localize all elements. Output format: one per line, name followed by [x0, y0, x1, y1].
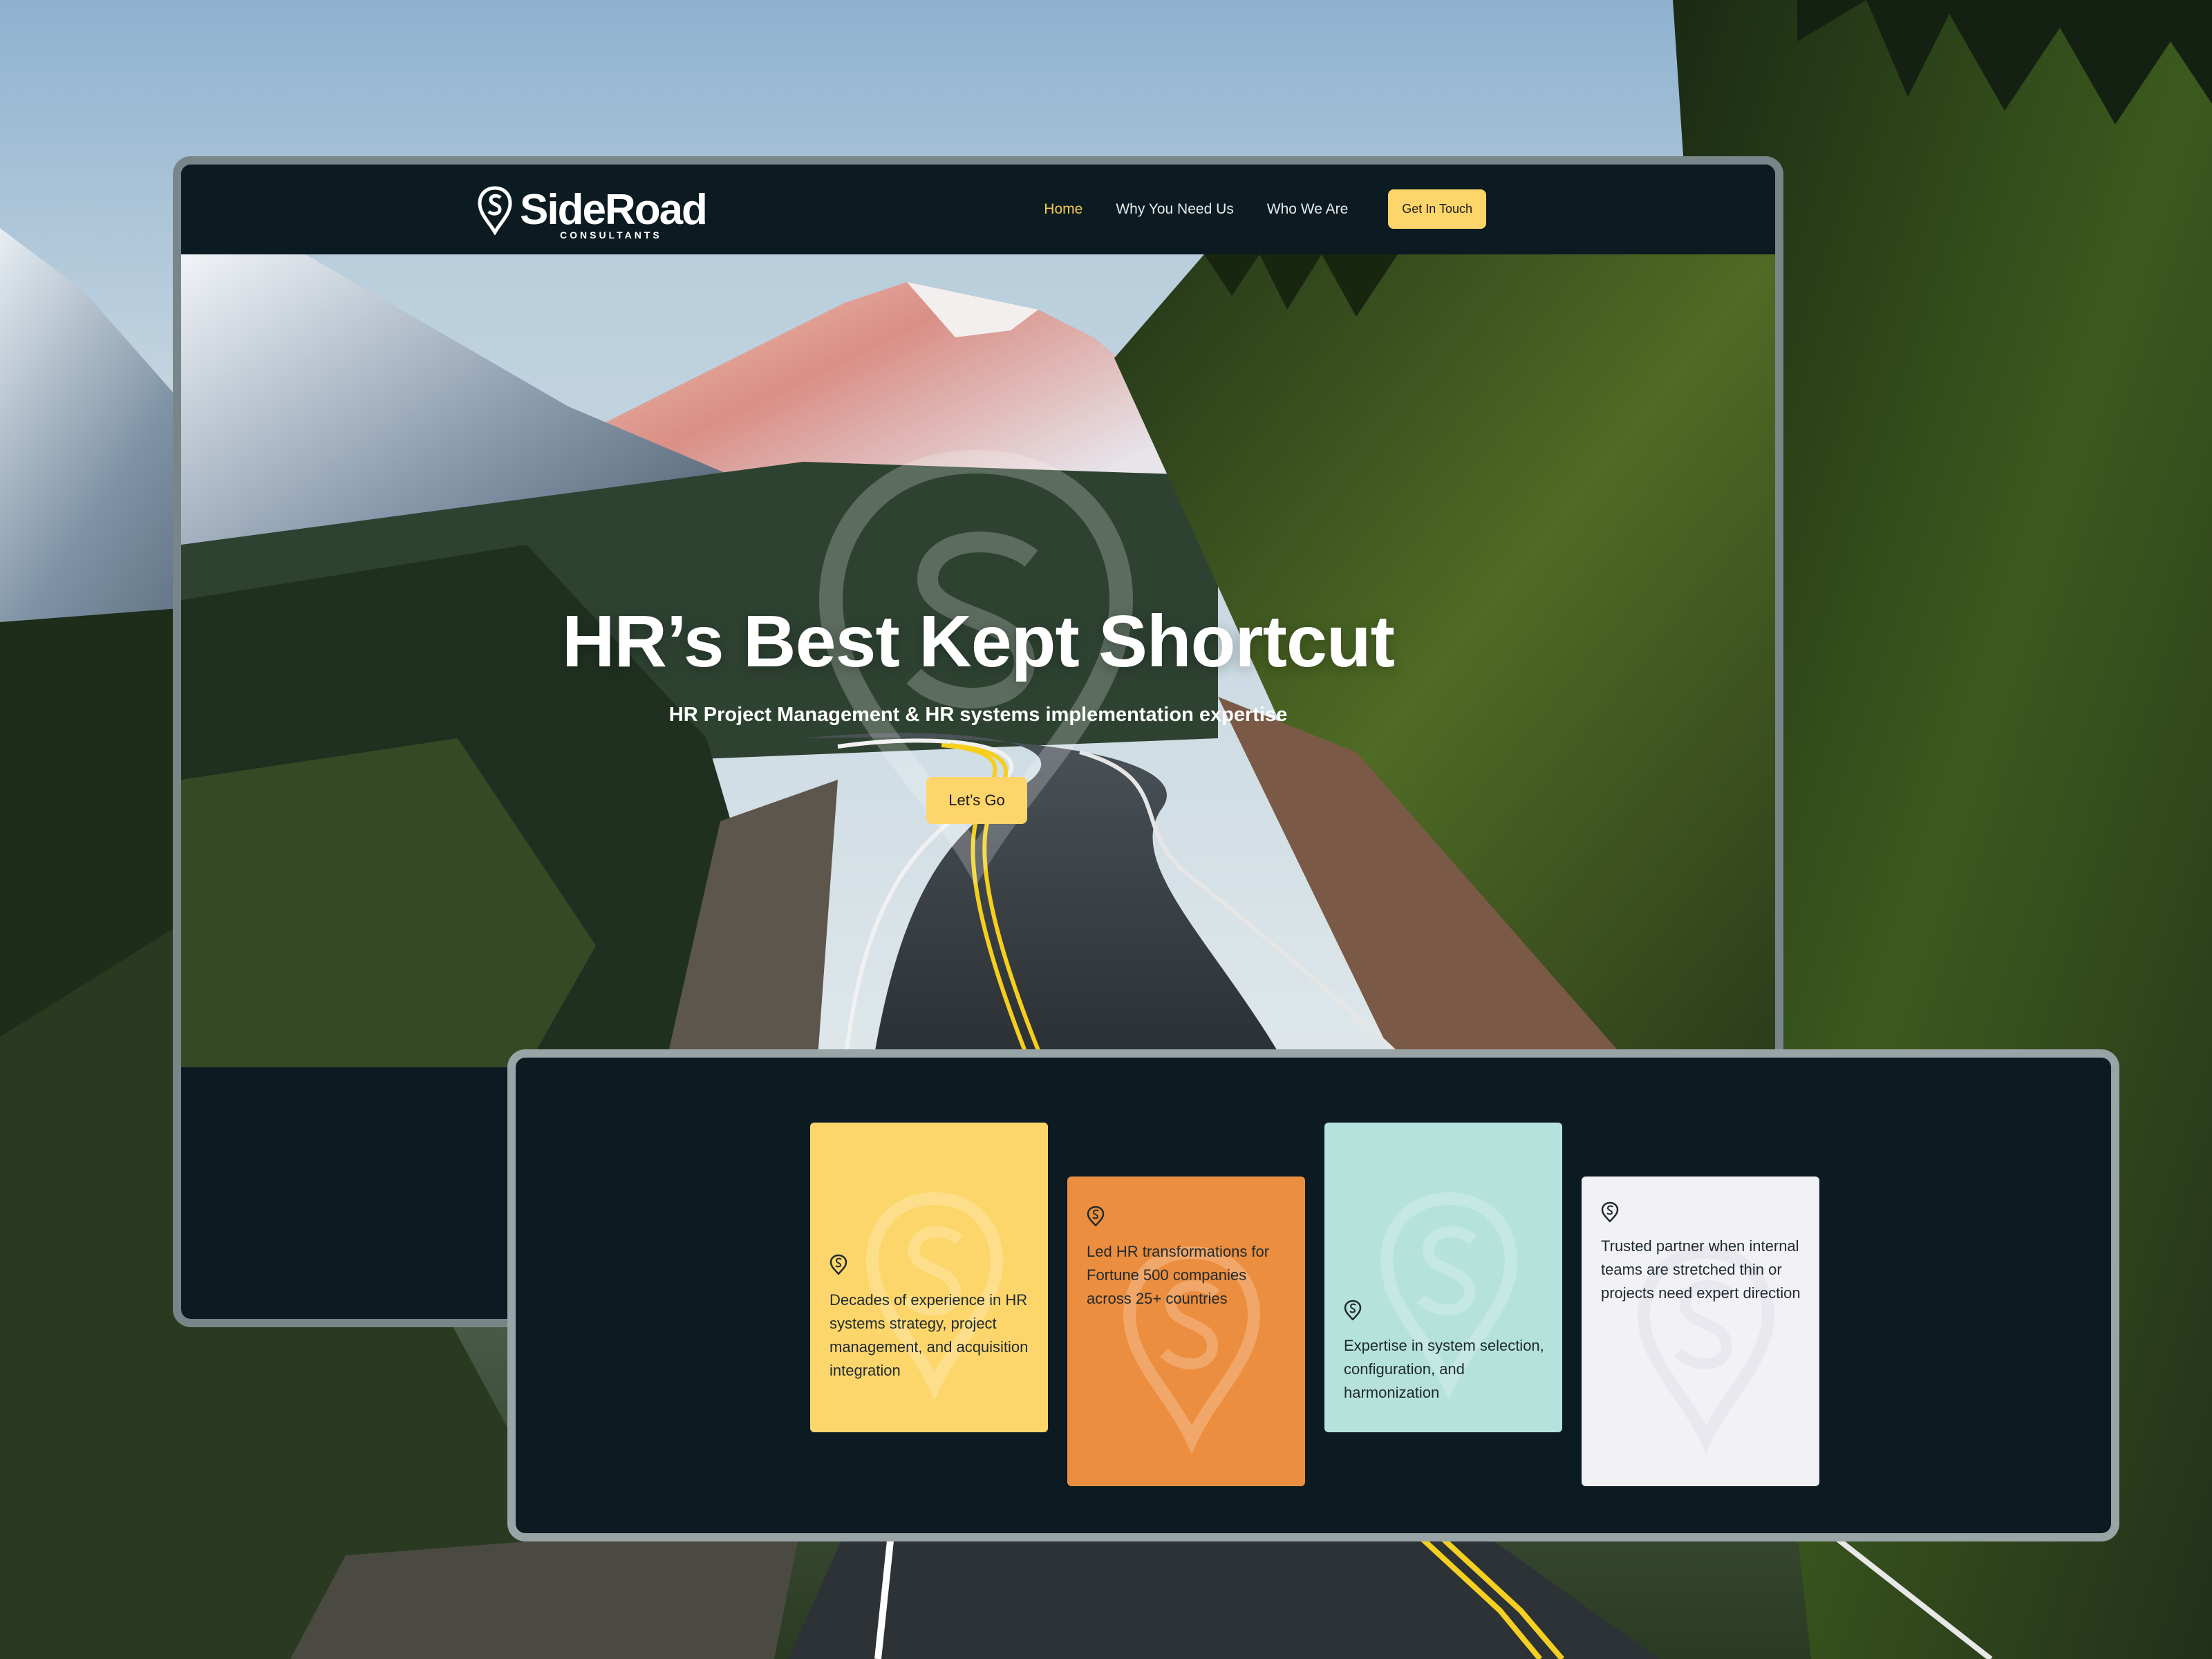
location-pin-icon: [830, 1254, 847, 1275]
hero-section: HR’s Best Kept Shortcut HR Project Manag…: [181, 254, 1775, 1067]
feature-card-trusted-partner: Trusted partner when internal teams are …: [1582, 1177, 1819, 1486]
brand-name: SideRoad: [520, 186, 708, 234]
top-navbar: SideRoad CONSULTANTS Home Why You Need U…: [181, 165, 1775, 254]
nav-link-home[interactable]: Home: [1044, 201, 1082, 218]
feature-card-fortune-500: Led HR transformations for Fortune 500 c…: [1067, 1177, 1305, 1486]
location-pin-icon: [1344, 1300, 1362, 1320]
get-in-touch-button[interactable]: Get In Touch: [1388, 189, 1486, 229]
feature-card-text: Led HR transformations for Fortune 500 c…: [1087, 1243, 1270, 1307]
features-window: Decades of experience in HR systems stra…: [507, 1049, 2119, 1541]
nav-link-who-we-are[interactable]: Who We Are: [1267, 201, 1349, 218]
hero-title: HR’s Best Kept Shortcut: [562, 601, 1395, 682]
nav-link-why-you-need-us[interactable]: Why You Need Us: [1116, 201, 1233, 218]
feature-card-expertise: Expertise in system selection, configura…: [1324, 1123, 1562, 1432]
location-pin-icon: [1601, 1201, 1619, 1222]
location-pin-icon: [1087, 1206, 1105, 1226]
logo-pin-icon: [478, 186, 512, 235]
nav-links: Home Why You Need Us Who We Are Get In T…: [1011, 189, 1486, 229]
feature-card-text: Trusted partner when internal teams are …: [1601, 1237, 1801, 1302]
feature-card-experience: Decades of experience in HR systems stra…: [810, 1123, 1048, 1432]
feature-card-text: Decades of experience in HR systems stra…: [830, 1291, 1029, 1379]
feature-card-text: Expertise in system selection, configura…: [1344, 1337, 1544, 1401]
brand-tagline: CONSULTANTS: [560, 229, 662, 241]
brand-logo[interactable]: SideRoad CONSULTANTS: [477, 185, 708, 241]
hero-subtitle: HR Project Management & HR systems imple…: [668, 704, 1288, 726]
lets-go-button[interactable]: Let’s Go: [926, 777, 1027, 824]
